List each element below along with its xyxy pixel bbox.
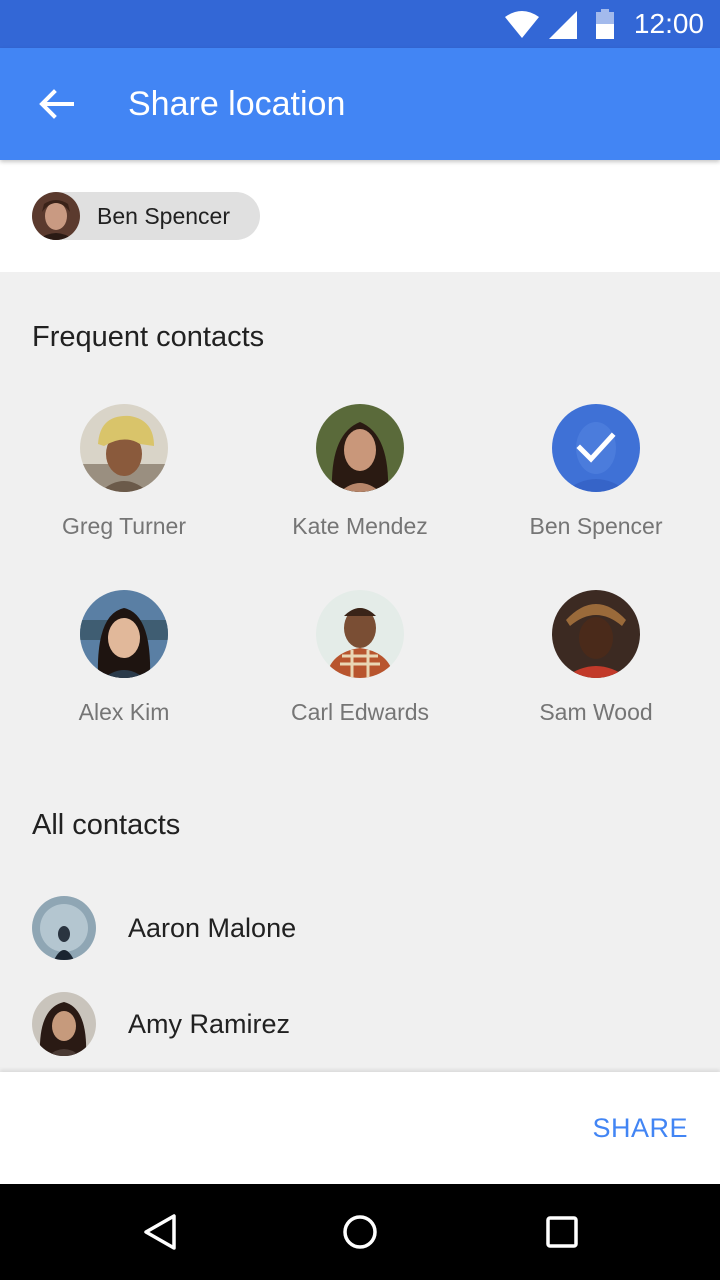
selected-recipients: Ben Spencer: [0, 160, 720, 272]
wifi-icon: [504, 8, 540, 40]
avatar: [32, 192, 80, 240]
chip-label: Ben Spencer: [97, 203, 230, 229]
contact-name: Greg Turner: [62, 513, 186, 539]
check-icon: [576, 430, 616, 466]
nav-back-button[interactable]: [140, 1212, 180, 1252]
frequent-contact-item[interactable]: Sam Wood: [496, 590, 696, 740]
contact-name: Kate Mendez: [292, 513, 428, 539]
recipient-chip[interactable]: Ben Spencer: [32, 192, 260, 240]
avatar: [80, 590, 168, 678]
arrow-back-icon: [32, 84, 80, 124]
avatar: [32, 992, 96, 1056]
avatar: [80, 404, 168, 492]
battery-icon: [594, 8, 616, 40]
bottom-action-bar: SHARE: [0, 1072, 720, 1184]
home-circle-icon: [340, 1212, 380, 1252]
nav-recents-button[interactable]: [542, 1212, 582, 1252]
frequent-contact-item-selected[interactable]: Ben Spencer: [496, 404, 696, 554]
avatar: [316, 590, 404, 678]
contact-list-item[interactable]: Amy Ramirez: [0, 976, 720, 1072]
frequent-contact-item[interactable]: Kate Mendez: [260, 404, 460, 554]
share-button[interactable]: SHARE: [592, 1112, 688, 1144]
recents-square-icon: [542, 1212, 582, 1252]
status-clock: 12:00: [633, 8, 704, 39]
contact-name: Ben Spencer: [529, 513, 663, 539]
system-nav-bar: [0, 1184, 720, 1280]
nav-home-button[interactable]: [340, 1212, 380, 1252]
avatar: [32, 896, 96, 960]
contact-name: Amy Ramirez: [128, 1009, 291, 1039]
cellular-signal-icon: [548, 8, 578, 40]
avatar: [316, 404, 404, 492]
contact-name: Sam Wood: [539, 699, 653, 725]
page-title: Share location: [128, 85, 346, 123]
contact-name: Carl Edwards: [290, 699, 430, 725]
back-triangle-icon: [140, 1212, 180, 1252]
app-bar: Share location: [0, 48, 720, 160]
frequent-contact-item[interactable]: Alex Kim: [24, 590, 224, 740]
contact-list-item[interactable]: Aaron Malone: [0, 880, 720, 976]
contact-name: Alex Kim: [78, 699, 170, 725]
contact-name: Aaron Malone: [128, 913, 297, 943]
frequent-contacts-heading: Frequent contacts: [32, 321, 265, 353]
frequent-contact-item[interactable]: Carl Edwards: [260, 590, 460, 740]
avatar: [552, 590, 640, 678]
frequent-contact-item[interactable]: Greg Turner: [24, 404, 224, 554]
back-button[interactable]: [32, 84, 80, 124]
all-contacts-heading: All contacts: [32, 809, 181, 841]
status-bar: 12:00: [0, 0, 720, 48]
